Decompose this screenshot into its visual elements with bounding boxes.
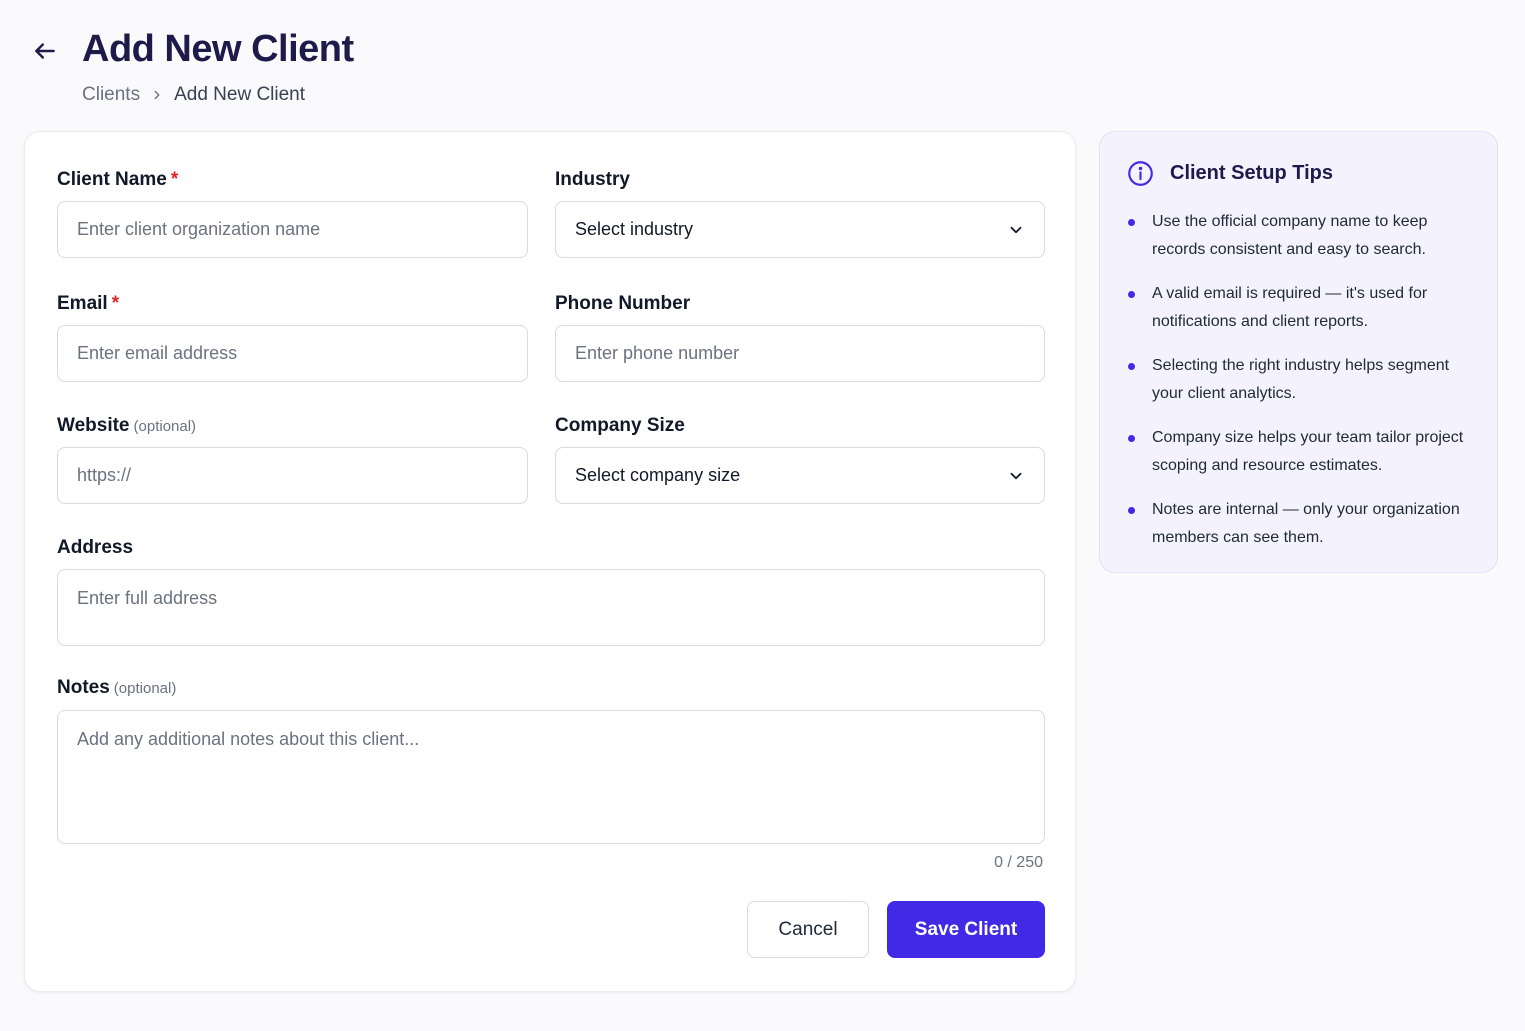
website-label: Website (optional)	[57, 415, 197, 436]
industry-select[interactable]: Select industry	[555, 201, 1045, 258]
breadcrumb: Clients Add New Client	[82, 84, 305, 106]
website-input[interactable]	[57, 447, 528, 504]
info-circle-icon	[1128, 161, 1153, 186]
tips-header: Client Setup Tips	[1127, 160, 1333, 187]
notes-label: Notes (optional)	[57, 677, 177, 698]
client-form-card: Client Name* Industry Select industry Em…	[24, 131, 1076, 992]
email-label: Email *	[57, 293, 120, 314]
company-size-label: Company Size	[555, 415, 685, 436]
website-field: Website (optional)	[57, 415, 528, 505]
chevron-down-icon	[1010, 226, 1022, 233]
required-mark: *	[111, 293, 120, 314]
bullet-icon	[1128, 507, 1135, 514]
bullet-icon	[1128, 435, 1135, 442]
tip-item: Company size helps your team tailor proj…	[1128, 424, 1478, 480]
address-field: Address	[57, 537, 1045, 647]
required-mark: *	[170, 169, 179, 190]
notes-input[interactable]	[57, 710, 1045, 844]
company-size-field: Company Size Select company size	[555, 415, 1045, 505]
industry-select-value: Select industry	[575, 219, 694, 239]
phone-label: Phone Number	[555, 293, 691, 314]
industry-field: Industry Select industry	[555, 169, 1045, 259]
notes-field: Notes (optional)	[57, 677, 1045, 847]
client-setup-tips-panel: Client Setup Tips Use the official compa…	[1099, 131, 1498, 573]
tips-list: Use the official company name to keep re…	[1128, 208, 1478, 568]
tip-item: Use the official company name to keep re…	[1128, 208, 1478, 264]
client-name-input[interactable]	[57, 201, 528, 258]
company-size-select[interactable]: Select company size	[555, 447, 1045, 504]
bullet-icon	[1128, 363, 1135, 370]
back-button[interactable]	[30, 36, 60, 66]
tips-title: Client Setup Tips	[1170, 162, 1333, 184]
tip-item: Selecting the right industry helps segme…	[1128, 352, 1478, 408]
email-field: Email *	[57, 293, 528, 383]
bullet-icon	[1128, 291, 1135, 298]
save-client-button[interactable]: Save Client	[887, 901, 1045, 958]
client-name-field: Client Name *	[57, 169, 528, 259]
address-input[interactable]	[57, 569, 1045, 646]
chevron-right-icon	[150, 88, 164, 102]
tip-item: A valid email is required — it's used fo…	[1128, 280, 1478, 336]
optional-hint: (optional)	[113, 680, 177, 697]
company-size-select-value: Select company size	[575, 465, 741, 485]
optional-hint: (optional)	[133, 418, 197, 435]
client-name-label: Client Name *	[57, 169, 179, 190]
breadcrumb-clients-link[interactable]: Clients	[82, 84, 140, 106]
chevron-down-icon	[1010, 472, 1022, 479]
phone-input[interactable]	[555, 325, 1045, 382]
email-input[interactable]	[57, 325, 528, 382]
arrow-left-icon	[35, 43, 55, 59]
tip-item: Notes are internal — only your organizat…	[1128, 496, 1478, 552]
cancel-button[interactable]: Cancel	[747, 901, 869, 958]
address-label: Address	[57, 537, 134, 558]
page-title: Add New Client	[82, 28, 354, 70]
notes-char-counter: 0 / 250	[994, 854, 1043, 871]
bullet-icon	[1128, 219, 1135, 226]
phone-field: Phone Number	[555, 293, 1045, 383]
breadcrumb-current: Add New Client	[174, 84, 306, 105]
industry-label: Industry	[555, 169, 630, 190]
